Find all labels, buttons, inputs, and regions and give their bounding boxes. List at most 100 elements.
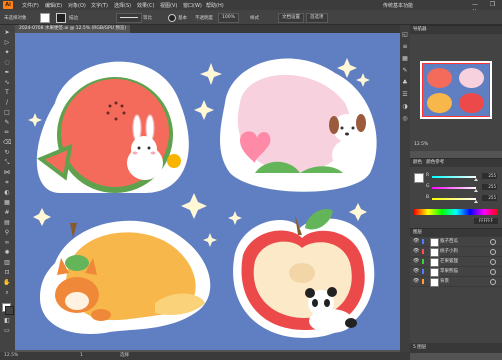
transparency-panel-icon[interactable]: ◑: [401, 103, 409, 111]
color-guide-tab[interactable]: 颜色参考: [426, 160, 444, 165]
navigator-preview[interactable]: [420, 61, 492, 119]
appearance-panel-icon[interactable]: ◎: [401, 115, 409, 123]
properties-panel-icon[interactable]: ≡: [401, 43, 409, 51]
navigator-zoom[interactable]: 12.5%: [414, 142, 428, 147]
hand-tool-icon[interactable]: ✋: [3, 279, 11, 287]
menu-object[interactable]: 对象(O): [68, 2, 86, 9]
workspace-switcher[interactable]: 传统基本功能: [383, 2, 413, 9]
curvature-tool-icon[interactable]: ∿: [3, 79, 11, 87]
channel-thumb-b[interactable]: [474, 200, 478, 203]
width-tool-icon[interactable]: ⋈: [3, 169, 11, 177]
prefs-button[interactable]: 首选项: [306, 13, 328, 23]
color-fill-box[interactable]: [414, 173, 424, 183]
layer-target-circle-icon[interactable]: [490, 239, 496, 245]
opacity-input[interactable]: 100%: [218, 13, 239, 23]
shape-builder-icon[interactable]: ◐: [3, 189, 11, 197]
swatches-panel-icon[interactable]: ▦: [401, 55, 409, 63]
layer-row[interactable]: 👁 背景: [410, 277, 502, 287]
magic-wand-icon[interactable]: ✦: [3, 49, 11, 57]
artboard-tool-icon[interactable]: ⊡: [3, 269, 11, 277]
selection-tool-icon[interactable]: ➤: [3, 29, 11, 37]
pencil-icon[interactable]: ✏: [3, 129, 11, 137]
layer-name[interactable]: 苹果熊猫: [440, 267, 458, 276]
layer-name[interactable]: 桃子小狗: [440, 247, 458, 256]
navigator-panel-icon[interactable]: ◱: [401, 31, 409, 39]
color-tab[interactable]: 颜色: [413, 160, 422, 165]
menu-edit[interactable]: 编辑(E): [45, 2, 62, 9]
screen-mode-icon[interactable]: ▭: [3, 327, 11, 335]
artboard[interactable]: [15, 33, 405, 350]
menu-effect[interactable]: 效果(C): [137, 2, 154, 9]
brushes-panel-icon[interactable]: ✎: [401, 67, 409, 75]
document-tab[interactable]: 2024-0708 水果便签.ai @ 12.5% (RGB/GPU 预览): [15, 25, 131, 33]
zoom-tool-icon[interactable]: ⌕: [3, 289, 11, 297]
hex-input[interactable]: FFFFFF: [474, 218, 498, 224]
channel-thumb-g[interactable]: [474, 189, 478, 192]
eyedropper-icon[interactable]: ⚲: [3, 229, 11, 237]
channel-slider-r[interactable]: [432, 176, 476, 178]
layer-name[interactable]: 猴子西瓜: [440, 237, 458, 246]
channel-value-r[interactable]: 255: [482, 173, 497, 179]
visibility-eye-icon[interactable]: 👁: [413, 257, 419, 266]
symbol-sprayer-icon[interactable]: ✺: [3, 249, 11, 257]
eraser-icon[interactable]: ⌫: [3, 139, 11, 147]
blend-tool-icon[interactable]: ∞: [3, 239, 11, 247]
menu-type[interactable]: 文字(T): [91, 2, 108, 9]
visibility-eye-icon[interactable]: 👁: [413, 267, 419, 276]
layer-target-circle-icon[interactable]: [490, 279, 496, 285]
stroke-panel-icon[interactable]: ☰: [401, 91, 409, 99]
status-artboard-number[interactable]: 1: [80, 352, 83, 360]
navigator-view-rect[interactable]: [422, 63, 490, 117]
menu-select[interactable]: 选择(S): [114, 2, 131, 9]
layer-row[interactable]: 👁 桃子小狗: [410, 247, 502, 257]
status-zoom[interactable]: 12.5%: [4, 352, 18, 360]
channel-label-b: B: [426, 195, 430, 200]
watermelon-sticker: [36, 61, 189, 193]
doc-setup-button[interactable]: 文档设置: [278, 13, 304, 23]
line-tool-icon[interactable]: /: [3, 99, 11, 107]
pen-tool-icon[interactable]: ✒: [3, 69, 11, 77]
paintbrush-icon[interactable]: ✎: [3, 119, 11, 127]
layer-target-circle-icon[interactable]: [490, 259, 496, 265]
stroke-color-box[interactable]: [5, 306, 14, 315]
color-spectrum[interactable]: [414, 209, 498, 215]
scale-tool-icon[interactable]: ⤡: [3, 159, 11, 167]
menu-help[interactable]: 帮助(H): [206, 2, 224, 9]
layer-thumbnail: [430, 258, 439, 267]
menu-file[interactable]: 文件(F): [22, 2, 39, 9]
channel-value-b[interactable]: 255: [482, 195, 497, 201]
visibility-eye-icon[interactable]: 👁: [413, 237, 419, 246]
direct-selection-tool-icon[interactable]: ▷: [3, 39, 11, 47]
type-tool-icon[interactable]: T: [3, 89, 11, 97]
channel-thumb-r[interactable]: [474, 178, 478, 181]
document-tabbar: 2024-0708 水果便签.ai @ 12.5% (RGB/GPU 预览): [15, 25, 400, 33]
brush-icon[interactable]: [168, 14, 176, 22]
rectangle-tool-icon[interactable]: □: [3, 109, 11, 117]
layer-row[interactable]: 👁 猴子西瓜: [410, 237, 502, 247]
channel-slider-b[interactable]: [432, 198, 476, 200]
channel-value-g[interactable]: 255: [482, 184, 497, 190]
visibility-eye-icon[interactable]: 👁: [413, 247, 419, 256]
draw-mode-icon[interactable]: ◧: [3, 317, 11, 325]
menu-window[interactable]: 窗口(W): [183, 2, 202, 9]
perspective-grid-icon[interactable]: ▦: [3, 199, 11, 207]
visibility-eye-icon[interactable]: 👁: [413, 277, 419, 286]
channel-slider-g[interactable]: [432, 187, 476, 189]
menu-view[interactable]: 视图(V): [160, 2, 177, 9]
lasso-icon[interactable]: ◌: [3, 59, 11, 67]
rotate-tool-icon[interactable]: ↻: [3, 149, 11, 157]
free-transform-icon[interactable]: ⌗: [3, 179, 11, 187]
stroke-profile-dropdown[interactable]: [116, 13, 142, 23]
layer-name[interactable]: 背景: [440, 277, 449, 286]
layer-row[interactable]: 👁 芒果狐狸: [410, 257, 502, 267]
symbols-panel-icon[interactable]: ♣: [401, 79, 409, 87]
layer-target-circle-icon[interactable]: [490, 269, 496, 275]
fill-swatch[interactable]: [40, 13, 50, 23]
layer-target-circle-icon[interactable]: [490, 249, 496, 255]
graph-tool-icon[interactable]: ▥: [3, 259, 11, 267]
layer-row[interactable]: 👁 苹果熊猫: [410, 267, 502, 277]
layer-name[interactable]: 芒果狐狸: [440, 257, 458, 266]
gradient-tool-icon[interactable]: ▤: [3, 219, 11, 227]
stroke-swatch[interactable]: [56, 13, 66, 23]
mesh-tool-icon[interactable]: #: [3, 209, 11, 217]
